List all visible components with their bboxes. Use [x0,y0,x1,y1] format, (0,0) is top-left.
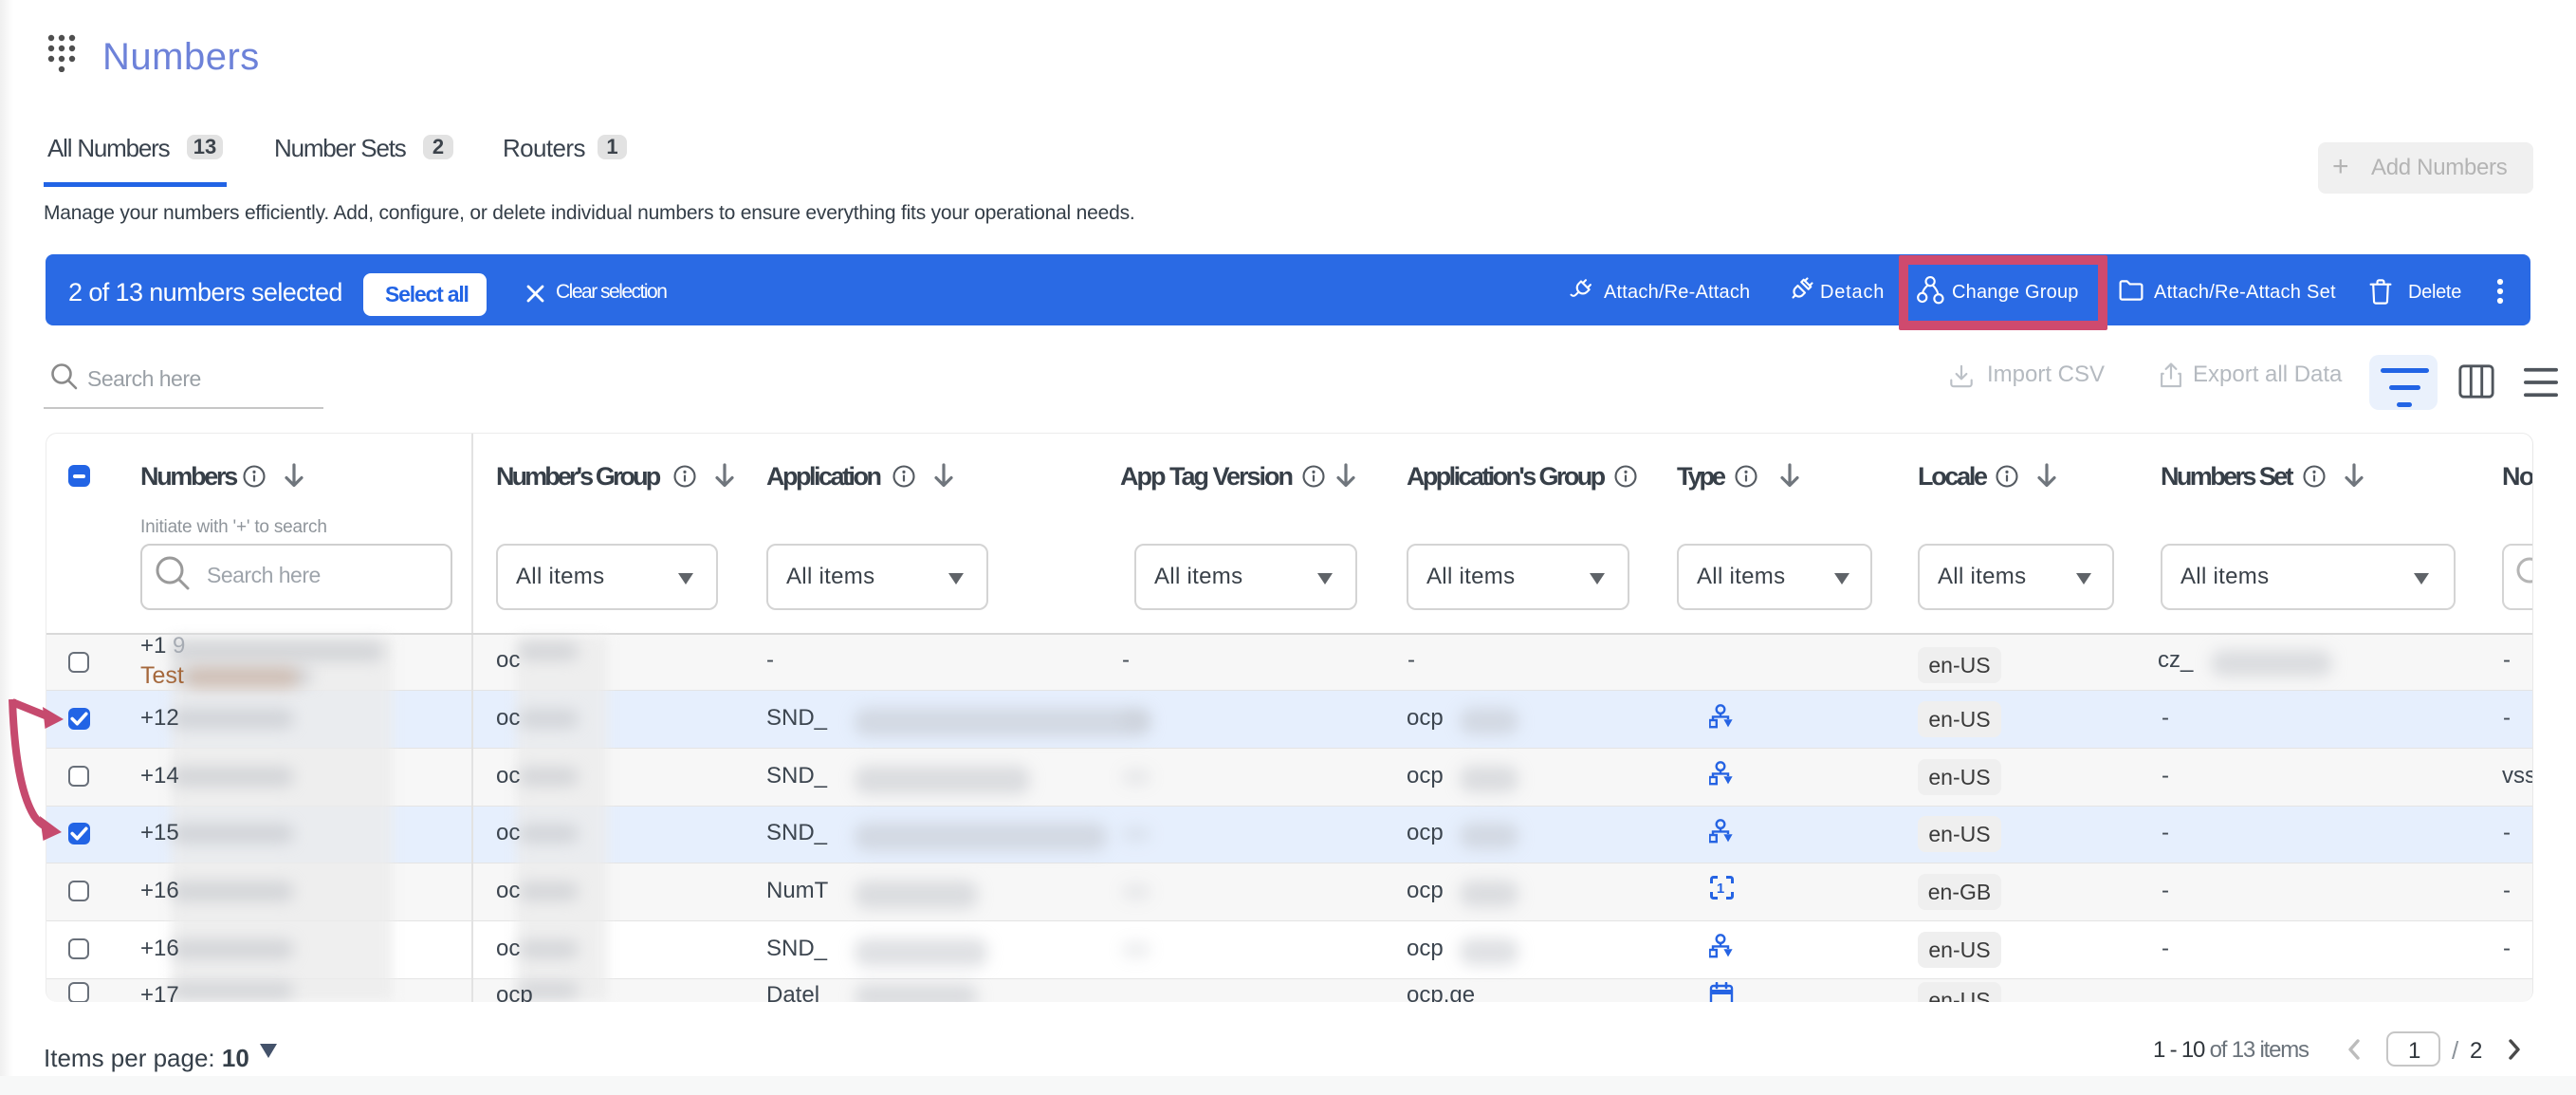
svg-text:1: 1 [1717,881,1724,897]
